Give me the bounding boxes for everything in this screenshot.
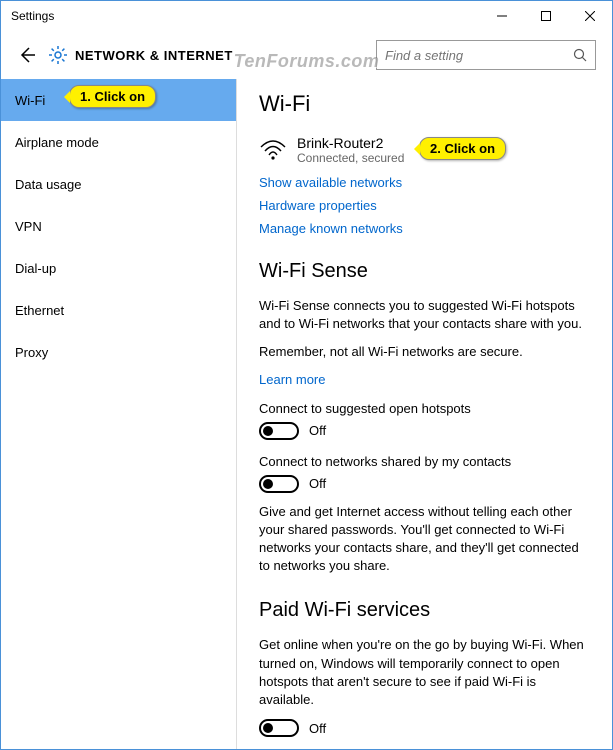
sidebar-item-datausage[interactable]: Data usage: [1, 163, 236, 205]
link-manage-known-networks[interactable]: Manage known networks: [259, 221, 590, 236]
titlebar: Settings: [1, 1, 612, 31]
sidebar-item-label: Data usage: [15, 177, 82, 192]
toggle-contacts-networks[interactable]: [259, 475, 299, 493]
section-title: NETWORK & INTERNET: [75, 48, 233, 63]
toggle-paid-wifi[interactable]: [259, 719, 299, 737]
maximize-button[interactable]: [524, 1, 568, 31]
sidebar-item-label: Dial-up: [15, 261, 56, 276]
current-network[interactable]: Brink-Router2 Connected, secured 2. Clic…: [259, 135, 590, 165]
link-learn-more[interactable]: Learn more: [259, 372, 590, 387]
main-panel: Wi-Fi Brink-Router2 Connected, secured 2…: [236, 79, 612, 749]
sidebar-item-proxy[interactable]: Proxy: [1, 331, 236, 373]
paid-wifi-desc: Get online when you're on the go by buyi…: [259, 636, 590, 709]
network-status: Connected, secured: [297, 151, 404, 165]
page-title: Wi-Fi: [259, 91, 590, 117]
sidebar-item-label: Ethernet: [15, 303, 64, 318]
sidebar-item-label: Proxy: [15, 345, 48, 360]
toggle-paid-state: Off: [309, 721, 326, 736]
callout-1: 1. Click on: [69, 85, 156, 108]
wifi-icon: [259, 139, 287, 161]
wifi-sense-heading: Wi-Fi Sense: [259, 260, 590, 283]
gear-icon: [49, 46, 67, 64]
network-name: Brink-Router2: [297, 135, 404, 151]
toggle2-state: Off: [309, 476, 326, 491]
toggle1-label: Connect to suggested open hotspots: [259, 401, 590, 416]
callout-2: 2. Click on: [419, 137, 506, 160]
toggle-suggested-hotspots[interactable]: [259, 422, 299, 440]
search-icon: [573, 48, 587, 62]
sidebar-item-label: Wi-Fi: [15, 93, 45, 108]
window-title: Settings: [11, 9, 480, 23]
minimize-button[interactable]: [480, 1, 524, 31]
sidebar-item-ethernet[interactable]: Ethernet: [1, 289, 236, 331]
wifi-sense-desc: Wi-Fi Sense connects you to suggested Wi…: [259, 297, 590, 333]
search-box[interactable]: [376, 40, 596, 70]
close-button[interactable]: [568, 1, 612, 31]
header: NETWORK & INTERNET: [1, 31, 612, 79]
sidebar: Wi-Fi 1. Click on Airplane mode Data usa…: [1, 79, 236, 749]
back-icon[interactable]: [17, 45, 37, 65]
give-get-desc: Give and get Internet access without tel…: [259, 503, 590, 576]
link-hardware-properties[interactable]: Hardware properties: [259, 198, 590, 213]
sidebar-item-label: VPN: [15, 219, 42, 234]
sidebar-item-dialup[interactable]: Dial-up: [1, 247, 236, 289]
link-show-networks[interactable]: Show available networks: [259, 175, 590, 190]
toggle1-state: Off: [309, 423, 326, 438]
sidebar-item-wifi[interactable]: Wi-Fi 1. Click on: [1, 79, 236, 121]
wifi-sense-remember: Remember, not all Wi-Fi networks are sec…: [259, 343, 590, 361]
sidebar-item-vpn[interactable]: VPN: [1, 205, 236, 247]
paid-wifi-heading: Paid Wi-Fi services: [259, 599, 590, 622]
sidebar-item-label: Airplane mode: [15, 135, 99, 150]
sidebar-item-airplane[interactable]: Airplane mode: [1, 121, 236, 163]
search-input[interactable]: [385, 48, 573, 63]
toggle2-label: Connect to networks shared by my contact…: [259, 454, 590, 469]
